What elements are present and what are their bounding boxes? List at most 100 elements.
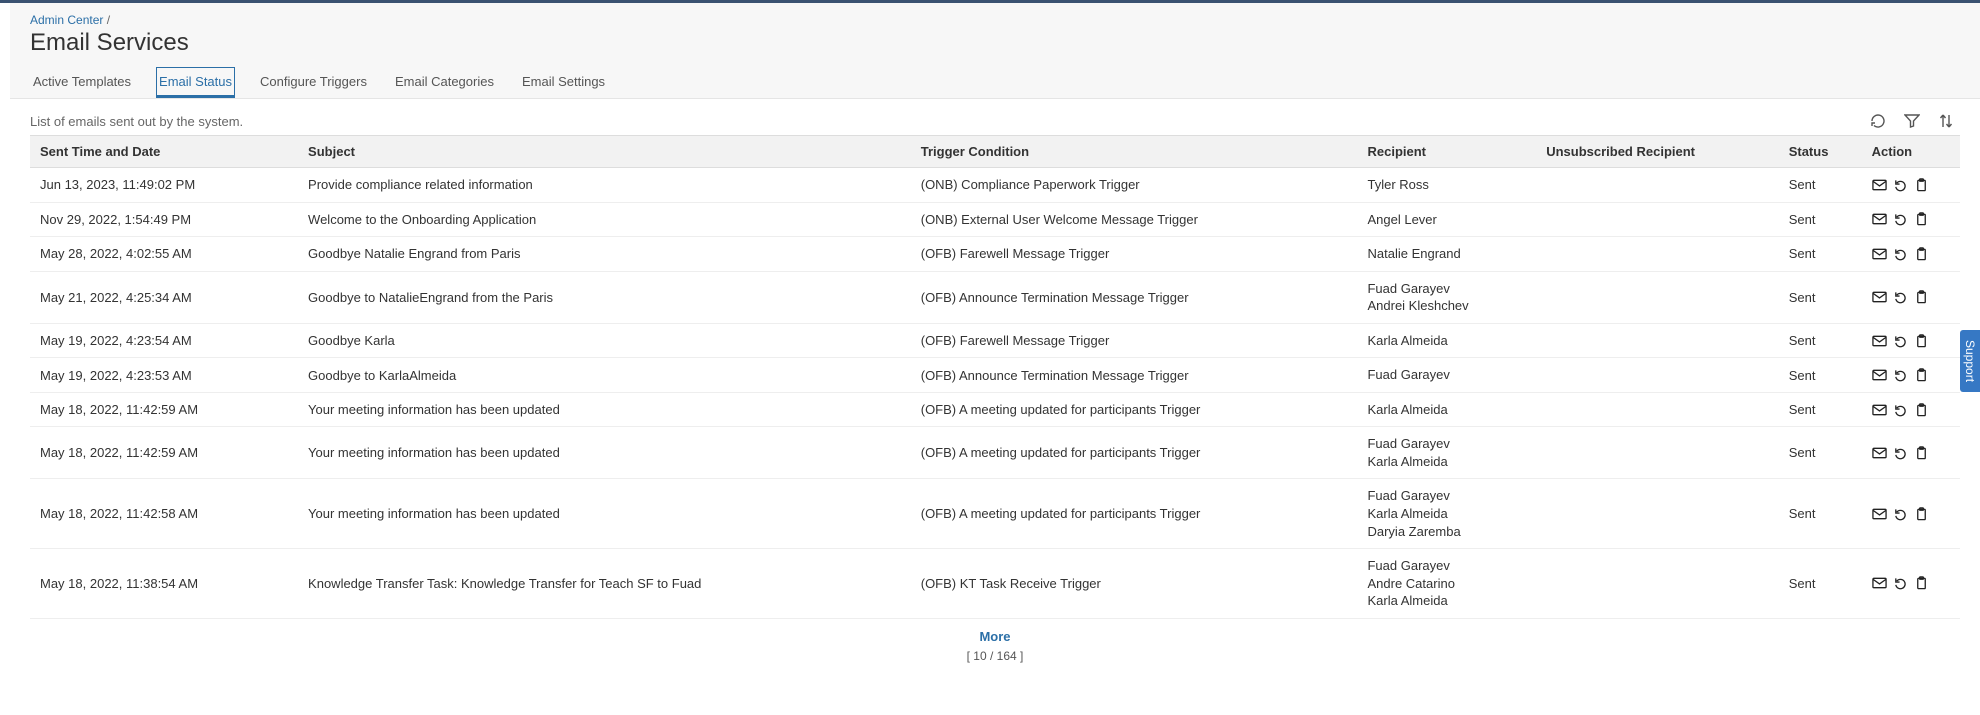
cell-action <box>1862 271 1960 323</box>
copy-icon[interactable] <box>1914 576 1929 590</box>
resend-icon[interactable] <box>1893 446 1908 460</box>
cell-date: May 28, 2022, 4:02:55 AM <box>30 237 298 272</box>
support-tab[interactable]: Support <box>1960 330 1980 392</box>
cell-status: Sent <box>1779 202 1862 237</box>
cell-trigger: (OFB) KT Task Receive Trigger <box>911 549 1358 619</box>
copy-icon[interactable] <box>1914 178 1929 192</box>
copy-icon[interactable] <box>1914 334 1929 348</box>
table-row: May 18, 2022, 11:38:54 AMKnowledge Trans… <box>30 549 1960 619</box>
toolbar <box>1870 113 1960 129</box>
mail-icon[interactable] <box>1872 507 1887 521</box>
resend-icon[interactable] <box>1893 334 1908 348</box>
resend-icon[interactable] <box>1893 212 1908 226</box>
tab-email-settings[interactable]: Email Settings <box>519 67 608 98</box>
cell-subject: Goodbye to KarlaAlmeida <box>298 358 911 393</box>
cell-recipient: Natalie Engrand <box>1357 237 1536 272</box>
cell-recipient: Fuad GarayevKarla AlmeidaDaryia Zaremba <box>1357 479 1536 549</box>
column-header-subject[interactable]: Subject <box>298 136 911 168</box>
tab-email-status[interactable]: Email Status <box>156 67 235 98</box>
cell-subject: Your meeting information has been update… <box>298 392 911 427</box>
cell-date: May 19, 2022, 4:23:53 AM <box>30 358 298 393</box>
table-row: May 28, 2022, 4:02:55 AMGoodbye Natalie … <box>30 237 1960 272</box>
resend-icon[interactable] <box>1893 576 1908 590</box>
cell-status: Sent <box>1779 271 1862 323</box>
cell-unsubscribed <box>1536 237 1779 272</box>
mail-icon[interactable] <box>1872 403 1887 417</box>
cell-unsubscribed <box>1536 323 1779 358</box>
copy-icon[interactable] <box>1914 403 1929 417</box>
sort-icon[interactable] <box>1938 113 1954 129</box>
cell-date: May 19, 2022, 4:23:54 AM <box>30 323 298 358</box>
tab-active-templates[interactable]: Active Templates <box>30 67 134 98</box>
cell-status: Sent <box>1779 392 1862 427</box>
copy-icon[interactable] <box>1914 247 1929 261</box>
tab-email-categories[interactable]: Email Categories <box>392 67 497 98</box>
cell-subject: Provide compliance related information <box>298 168 911 203</box>
tab-configure-triggers[interactable]: Configure Triggers <box>257 67 370 98</box>
resend-icon[interactable] <box>1893 507 1908 521</box>
copy-icon[interactable] <box>1914 446 1929 460</box>
cell-trigger: (OFB) A meeting updated for participants… <box>911 427 1358 479</box>
mail-icon[interactable] <box>1872 446 1887 460</box>
cell-subject: Your meeting information has been update… <box>298 479 911 549</box>
cell-recipient: Fuad Garayev <box>1357 358 1536 393</box>
mail-icon[interactable] <box>1872 290 1887 304</box>
cell-date: May 18, 2022, 11:42:58 AM <box>30 479 298 549</box>
table-row: May 18, 2022, 11:42:59 AMYour meeting in… <box>30 392 1960 427</box>
cell-trigger: (OFB) Announce Termination Message Trigg… <box>911 358 1358 393</box>
mail-icon[interactable] <box>1872 334 1887 348</box>
cell-status: Sent <box>1779 237 1862 272</box>
page-title: Email Services <box>30 29 1960 57</box>
cell-status: Sent <box>1779 479 1862 549</box>
cell-date: May 18, 2022, 11:42:59 AM <box>30 427 298 479</box>
table-row: May 19, 2022, 4:23:54 AMGoodbye Karla(OF… <box>30 323 1960 358</box>
cell-recipient: Fuad GarayevAndre CatarinoKarla Almeida <box>1357 549 1536 619</box>
cell-action <box>1862 358 1960 393</box>
resend-icon[interactable] <box>1893 403 1908 417</box>
cell-action <box>1862 479 1960 549</box>
mail-icon[interactable] <box>1872 178 1887 192</box>
column-header-recipient[interactable]: Recipient <box>1357 136 1536 168</box>
mail-icon[interactable] <box>1872 212 1887 226</box>
mail-icon[interactable] <box>1872 368 1887 382</box>
cell-recipient: Tyler Ross <box>1357 168 1536 203</box>
more-link[interactable]: More <box>979 629 1010 644</box>
cell-unsubscribed <box>1536 168 1779 203</box>
cell-action <box>1862 549 1960 619</box>
copy-icon[interactable] <box>1914 212 1929 226</box>
table-row: May 21, 2022, 4:25:34 AMGoodbye to Natal… <box>30 271 1960 323</box>
cell-action <box>1862 323 1960 358</box>
cell-status: Sent <box>1779 168 1862 203</box>
cell-trigger: (OFB) Farewell Message Trigger <box>911 323 1358 358</box>
cell-subject: Welcome to the Onboarding Application <box>298 202 911 237</box>
cell-date: May 18, 2022, 11:38:54 AM <box>30 549 298 619</box>
copy-icon[interactable] <box>1914 290 1929 304</box>
cell-trigger: (ONB) External User Welcome Message Trig… <box>911 202 1358 237</box>
list-description: List of emails sent out by the system. <box>30 114 243 129</box>
cell-date: Nov 29, 2022, 1:54:49 PM <box>30 202 298 237</box>
cell-date: May 18, 2022, 11:42:59 AM <box>30 392 298 427</box>
cell-recipient: Karla Almeida <box>1357 323 1536 358</box>
column-header-action: Action <box>1862 136 1960 168</box>
column-header-date[interactable]: Sent Time and Date <box>30 136 298 168</box>
filter-icon[interactable] <box>1904 113 1920 129</box>
copy-icon[interactable] <box>1914 507 1929 521</box>
mail-icon[interactable] <box>1872 247 1887 261</box>
resend-icon[interactable] <box>1893 247 1908 261</box>
cell-unsubscribed <box>1536 358 1779 393</box>
resend-icon[interactable] <box>1893 368 1908 382</box>
resend-icon[interactable] <box>1893 178 1908 192</box>
cell-subject: Knowledge Transfer Task: Knowledge Trans… <box>298 549 911 619</box>
breadcrumb-root-link[interactable]: Admin Center <box>30 13 103 27</box>
mail-icon[interactable] <box>1872 576 1887 590</box>
cell-recipient: Karla Almeida <box>1357 392 1536 427</box>
column-header-status[interactable]: Status <box>1779 136 1862 168</box>
column-header-trigger[interactable]: Trigger Condition <box>911 136 1358 168</box>
column-header-unsubscribed[interactable]: Unsubscribed Recipient <box>1536 136 1779 168</box>
table-row: May 18, 2022, 11:42:59 AMYour meeting in… <box>30 427 1960 479</box>
page-count: [ 10 / 164 ] <box>967 649 1024 663</box>
resend-icon[interactable] <box>1893 290 1908 304</box>
copy-icon[interactable] <box>1914 368 1929 382</box>
table-row: May 19, 2022, 4:23:53 AMGoodbye to Karla… <box>30 358 1960 393</box>
refresh-icon[interactable] <box>1870 113 1886 129</box>
